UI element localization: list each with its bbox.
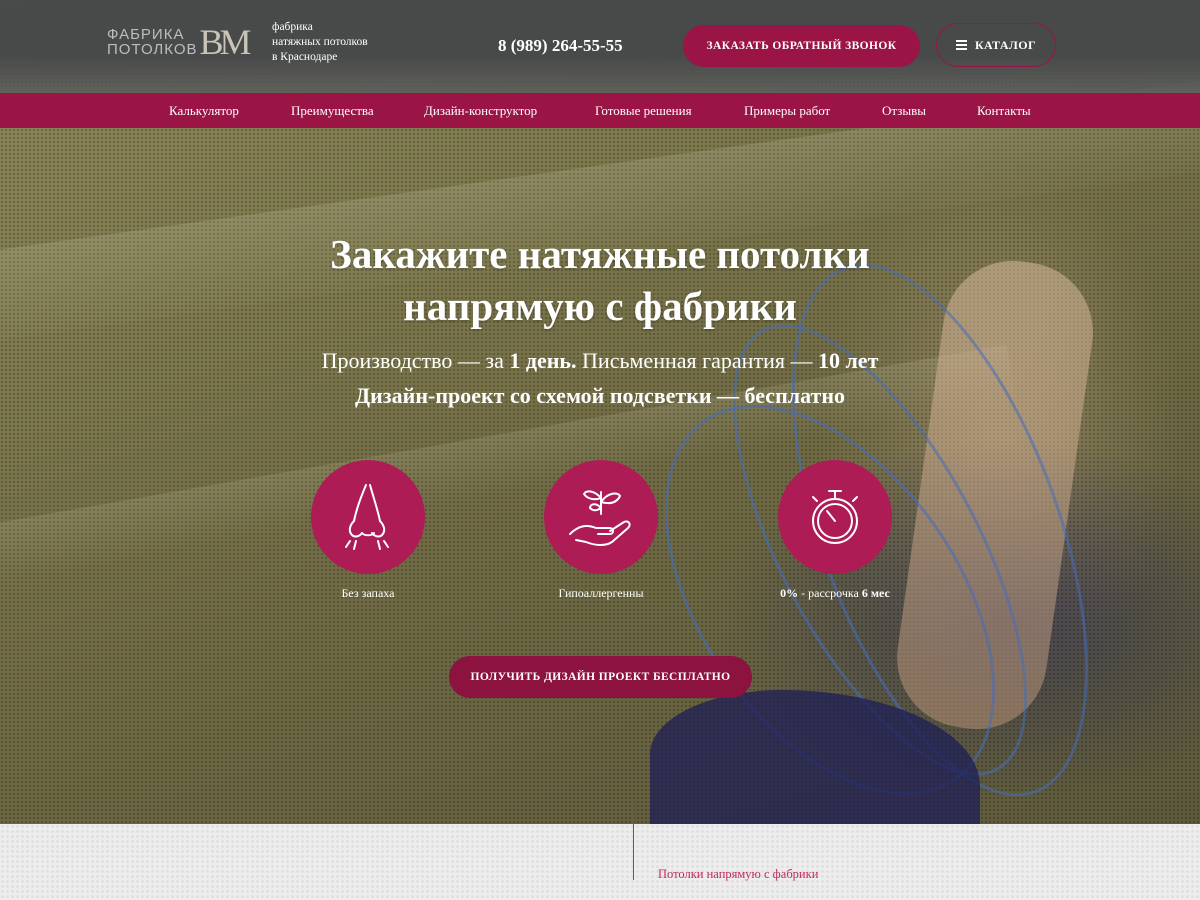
- hero-subtitle-production: Производство — за 1 день. Письменная гар…: [0, 346, 1200, 376]
- nav-item-advantages[interactable]: Преимущества: [291, 103, 374, 119]
- feature-circle: [544, 460, 658, 574]
- nav-item-work-examples[interactable]: Примеры работ: [744, 103, 830, 119]
- sub-text: Письменная гарантия —: [576, 348, 818, 373]
- nose-icon: [345, 484, 389, 550]
- feature-circle: [311, 460, 425, 574]
- catalog-button[interactable]: КАТАЛОГ: [936, 23, 1056, 67]
- sub-bold: 10 лет: [817, 348, 879, 373]
- phone-link[interactable]: 8 (989) 264-55-55: [498, 36, 623, 56]
- tagline: фабрика натяжных потолков в Краснодаре: [272, 20, 368, 65]
- hero-title: Закажите натяжные потолки напрямую с фаб…: [0, 228, 1200, 332]
- feature-label: Гипоаллергенны: [558, 586, 644, 600]
- logo-text: ФАБРИКА ПОТОЛКОВ: [107, 27, 198, 57]
- logo-mark: BM: [199, 22, 252, 62]
- nav-item-design-constructor[interactable]: Дизайн-конструктор: [424, 103, 537, 119]
- feature-no-smell: Без запаха: [268, 460, 468, 601]
- feature-circle: [778, 460, 892, 574]
- get-design-project-button[interactable]: ПОЛУЧИТЬ ДИЗАЙН ПРОЕКТ БЕСПЛАТНО: [449, 656, 752, 698]
- stopwatch-icon: [812, 490, 858, 544]
- menu-icon: [955, 38, 967, 52]
- logo-line1: ФАБРИКА: [107, 26, 185, 43]
- logo-line2: ПОТОЛКОВ: [107, 41, 198, 58]
- tagline-line: фабрика: [272, 21, 313, 33]
- main-nav: Калькулятор Преимущества Дизайн-конструк…: [0, 93, 1200, 128]
- hand-leaf-icon: [569, 490, 631, 546]
- tagline-line: в Краснодаре: [272, 51, 338, 63]
- callback-button[interactable]: ЗАКАЗАТЬ ОБРАТНЫЙ ЗВОНОК: [683, 25, 920, 67]
- hero-subtitle-design: Дизайн-проект со схемой подсветки — бесп…: [355, 383, 845, 408]
- feature-label-bold: 0%: [780, 586, 799, 600]
- feature-label-text: - рассрочка: [798, 586, 862, 600]
- catalog-label: КАТАЛОГ: [974, 37, 1037, 52]
- nav-item-ready-solutions[interactable]: Готовые решения: [595, 103, 692, 119]
- tagline-line: натяжных потолков: [272, 36, 368, 48]
- hero-title-line: напрямую с фабрики: [403, 283, 797, 329]
- feature-installment: 0% - рассрочка 6 мес: [735, 460, 935, 601]
- sub-text: Производство — за: [321, 348, 510, 373]
- feature-label: Без запаха: [341, 586, 395, 600]
- nav-item-reviews[interactable]: Отзывы: [882, 103, 926, 119]
- section-divider-line: [633, 802, 634, 880]
- hero-title-line: Закажите натяжные потолки: [330, 231, 870, 277]
- nav-item-calculator[interactable]: Калькулятор: [169, 103, 239, 119]
- section-caption: Потолки напрямую с фабрики: [658, 867, 819, 881]
- nav-item-contacts[interactable]: Контакты: [977, 103, 1031, 119]
- feature-label-bold: 6 мес: [861, 586, 890, 600]
- top-header: ФАБРИКА ПОТОЛКОВ BM фабрика натяжных пот…: [0, 0, 1200, 93]
- logo[interactable]: ФАБРИКА ПОТОЛКОВ BM: [107, 22, 252, 62]
- feature-hypoallergenic: Гипоаллергенны: [501, 460, 701, 601]
- lower-section: [0, 824, 1200, 900]
- feature-label: 0% - рассрочка 6 мес: [735, 586, 935, 601]
- sub-bold: 1 день.: [509, 348, 577, 373]
